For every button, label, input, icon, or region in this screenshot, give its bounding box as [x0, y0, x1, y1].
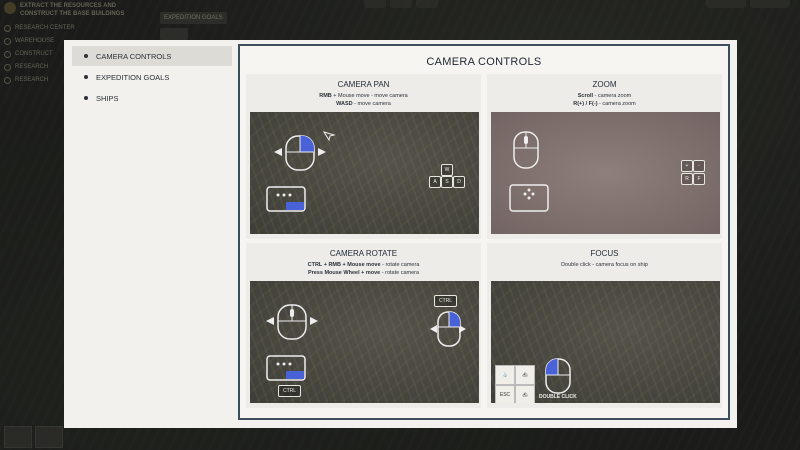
help-sidebar: CAMERA CONTROLS EXPEDITION GOALS SHIPS [72, 46, 232, 109]
keyboard-icon [266, 186, 306, 212]
mouse-wheel-icon [266, 304, 318, 340]
panel-focus: FOCUS Double click - camera focus on shi… [487, 243, 722, 408]
esc-key: ESC [495, 385, 515, 403]
sidebar-item-ships[interactable]: SHIPS [72, 88, 232, 108]
panel-description: Scroll - camera zoom R(+) / F(-) - camer… [573, 93, 636, 107]
key-s: S [441, 176, 453, 188]
key-w: W [441, 164, 453, 176]
ship-card-icon: ⛴ [515, 365, 535, 385]
bullet-icon [84, 54, 88, 58]
panel-description: RMB + Mouse move - move camera WASD - mo… [319, 93, 408, 107]
mouse-ctrl-rmb-icon [430, 311, 466, 347]
cursor-icon [322, 131, 336, 142]
sidebar-item-expedition-goals[interactable]: EXPEDITION GOALS [72, 67, 232, 87]
mouse-rmb-icon [274, 135, 326, 171]
help-modal: CAMERA CONTROLS EXPEDITION GOALS SHIPS C… [64, 40, 737, 428]
ctrl-key: CTRL [278, 385, 302, 397]
zoom-illustration: + - R F [491, 112, 720, 234]
camera-pan-illustration: W A S D [250, 112, 479, 234]
page-title: CAMERA CONTROLS [426, 56, 542, 68]
keyboard-icon [266, 355, 306, 381]
panel-zoom: ZOOM Scroll - camera zoom R(+) / F(-) - … [487, 74, 722, 239]
bullet-icon [84, 96, 88, 100]
key-r: R [681, 173, 693, 185]
focus-illustration: ⚓ ESC ⛴ ⛴ DOUBLE CLICK [491, 281, 720, 403]
key-minus: - [693, 160, 705, 172]
panel-description: Double click - camera focus on ship [561, 262, 648, 268]
mouse-scroll-icon [513, 131, 539, 169]
ship-card-icon: ⛴ [515, 385, 535, 403]
sidebar-item-label: EXPEDITION GOALS [96, 72, 170, 82]
sidebar-item-camera-controls[interactable]: CAMERA CONTROLS [72, 46, 232, 66]
sidebar-item-label: CAMERA CONTROLS [96, 51, 172, 61]
panel-description: CTRL + RMB + Mouse move - rotate camera … [307, 262, 420, 276]
panel-title: FOCUS [590, 249, 619, 258]
double-click-label: DOUBLE CLICK [539, 394, 577, 400]
panel-title: ZOOM [592, 80, 617, 89]
help-content[interactable]: CAMERA CONTROLS CAMERA PAN RMB + Mouse m… [238, 44, 730, 420]
ctrl-key: CTRL [434, 295, 458, 307]
keyboard-icon [509, 184, 549, 212]
bullet-icon [84, 75, 88, 79]
mouse-lmb-icon [545, 358, 571, 394]
key-plus: + [681, 160, 693, 172]
key-d: D [453, 176, 465, 188]
key-a: A [429, 176, 441, 188]
panel-title: CAMERA PAN [337, 80, 390, 89]
key-f: F [693, 173, 705, 185]
panel-camera-pan: CAMERA PAN RMB + Mouse move - move camer… [246, 74, 481, 239]
camera-rotate-illustration: CTRL CTRL [250, 281, 479, 403]
panel-title: CAMERA ROTATE [329, 249, 398, 258]
panel-camera-rotate: CAMERA ROTATE CTRL + RMB + Mouse move - … [246, 243, 481, 408]
sidebar-item-label: SHIPS [96, 93, 119, 103]
anchor-card-icon: ⚓ [495, 365, 515, 385]
